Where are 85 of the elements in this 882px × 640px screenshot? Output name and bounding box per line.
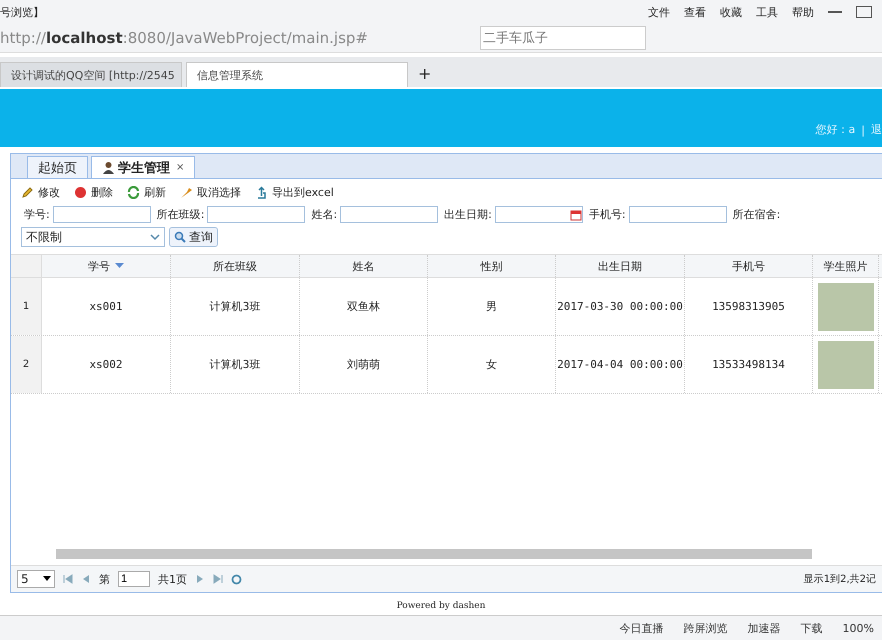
page-summary: 显示1到2,共2记 xyxy=(804,572,876,586)
next-page-icon[interactable] xyxy=(195,574,205,584)
edit-icon xyxy=(21,186,34,199)
previous-page-icon[interactable] xyxy=(81,574,91,584)
column-header[interactable]: 所在班级 xyxy=(171,255,300,277)
panel-tab[interactable]: 起始页 xyxy=(27,156,88,178)
table-cell: 女 xyxy=(428,336,556,393)
maximize-button[interactable] xyxy=(856,6,872,18)
toolbar-button[interactable]: 导出到excel xyxy=(255,185,334,200)
table-cell: 计算机3班 xyxy=(171,336,300,393)
dorm-select[interactable]: 不限制 xyxy=(21,227,165,247)
browser-tab[interactable]: 设计调试的QQ空间 [http://2545 xyxy=(0,62,182,87)
column-header[interactable]: 性别 xyxy=(428,255,556,277)
table-cell: 刘萌萌 xyxy=(300,336,428,393)
greeting-text: 您好：a xyxy=(816,122,856,137)
page-count: 共1页 xyxy=(158,572,187,586)
table-cell: xs001 xyxy=(42,278,171,335)
table-cell: 男 xyxy=(428,278,556,335)
refresh-icon[interactable] xyxy=(231,574,242,584)
window-title: 号浏览】 xyxy=(0,4,44,20)
photo-placeholder xyxy=(818,282,874,330)
search-field[interactable]: 二手车瓜子 xyxy=(480,26,646,50)
date-field[interactable] xyxy=(494,206,583,223)
caret-icon xyxy=(150,233,160,241)
row-number: 1 xyxy=(11,278,42,335)
column-header[interactable]: 学号 xyxy=(42,255,171,277)
input-field[interactable] xyxy=(340,206,438,223)
page-label: 第 xyxy=(99,572,110,586)
refresh-icon xyxy=(127,186,140,199)
field-label: 出生日期: xyxy=(444,207,492,222)
menu-item[interactable]: 收藏 xyxy=(720,4,742,20)
field-label: 所在宿舍: xyxy=(732,207,780,222)
toolbar-button[interactable]: 删除 xyxy=(74,185,113,200)
address-field[interactable]: http://localhost:8080/JavaWebProject/main.jsp# xyxy=(0,29,470,47)
person-icon xyxy=(102,161,115,174)
panel-tab[interactable]: 学生管理 × xyxy=(91,156,196,178)
column-header[interactable]: 学生照片 xyxy=(813,255,879,277)
status-item[interactable]: 跨屏浏览 xyxy=(684,620,728,636)
menu-item[interactable]: 查看 xyxy=(684,4,706,20)
new-tab-button[interactable]: + xyxy=(412,64,438,87)
column-header[interactable]: 姓名 xyxy=(300,255,428,277)
field-label: 姓名: xyxy=(311,207,338,222)
table-cell: 13598313905 xyxy=(685,278,813,335)
column-header[interactable]: 手机号 xyxy=(685,255,813,277)
toolbar-button[interactable]: 取消选择 xyxy=(180,185,241,200)
status-item[interactable]: 加速器 xyxy=(748,620,781,636)
status-item[interactable]: 100% xyxy=(842,622,874,634)
toolbar-button[interactable]: 修改 xyxy=(21,185,60,200)
input-field[interactable] xyxy=(628,206,727,223)
table-cell: xs002 xyxy=(42,336,171,393)
photo-placeholder xyxy=(818,340,874,388)
close-button[interactable]: × xyxy=(176,162,184,173)
toolbar-button[interactable]: 刷新 xyxy=(127,185,166,200)
delete-icon xyxy=(74,186,87,199)
input-field[interactable] xyxy=(52,206,151,223)
field-label: 学号: xyxy=(24,207,50,222)
export-icon xyxy=(255,186,268,199)
caret-icon xyxy=(43,576,51,582)
table-cell: 13533498134 xyxy=(685,336,813,393)
separator-text: | xyxy=(861,124,865,137)
column-header[interactable]: 出生日期 xyxy=(556,255,685,277)
cancel-icon xyxy=(180,186,193,199)
last-page-icon[interactable] xyxy=(213,574,223,584)
footer-text: Powered by dashen xyxy=(396,600,486,613)
menu-item[interactable]: 帮助 xyxy=(792,4,814,20)
browser-tab[interactable]: 信息管理系统 xyxy=(186,62,408,87)
table-cell: 2017-03-30 00:00:00 xyxy=(556,278,685,335)
menu-item[interactable]: 工具 xyxy=(756,4,778,20)
menu-item[interactable]: 文件 xyxy=(648,4,670,20)
query-button[interactable]: 查询 xyxy=(169,227,218,247)
status-item[interactable]: 今日直播 xyxy=(620,620,664,636)
field-label: 所在班级: xyxy=(156,207,204,222)
calendar-icon xyxy=(570,208,582,220)
table-cell: 计算机3班 xyxy=(171,278,300,335)
page-size-select[interactable]: 5 xyxy=(17,570,55,588)
page-input[interactable]: 1 xyxy=(118,571,150,587)
first-page-icon[interactable] xyxy=(63,574,73,584)
table-cell: 双鱼林 xyxy=(300,278,428,335)
scrollbar[interactable] xyxy=(56,549,812,559)
field-label: 手机号: xyxy=(588,207,626,222)
row-number: 2 xyxy=(11,336,42,393)
status-item[interactable]: 下载 xyxy=(800,620,823,636)
input-field[interactable] xyxy=(207,206,306,223)
table-cell: 2017-04-04 00:00:00 xyxy=(556,336,685,393)
search-icon xyxy=(174,231,186,243)
